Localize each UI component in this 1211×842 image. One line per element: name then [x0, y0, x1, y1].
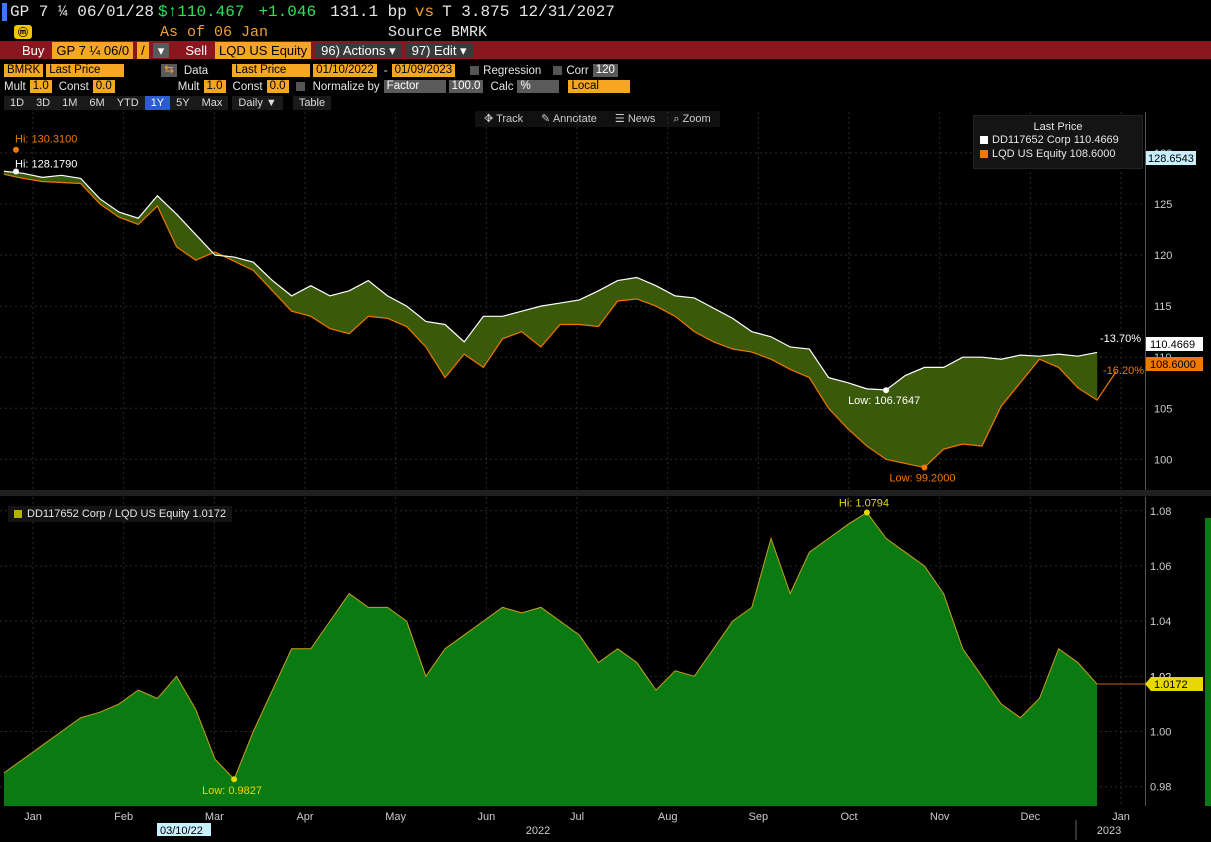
y-tick-label: 1.06	[1150, 561, 1171, 573]
price-legend: Last Price DD117652 Corp 110.4669 LQD US…	[973, 115, 1143, 169]
spread-fill-segment	[962, 356, 983, 447]
ratio-legend[interactable]: DD117652 Corp / LQD US Equity 1.0172	[8, 506, 233, 522]
spread-fill-segment	[617, 277, 638, 302]
low-marker-dd	[883, 387, 890, 394]
spread-fill-segment	[598, 280, 618, 328]
x-month-label: Oct	[840, 811, 857, 823]
spread-fill-segment	[885, 375, 906, 464]
x-month-label: Dec	[1021, 811, 1041, 823]
spread-fill-segment	[1000, 354, 1021, 407]
spread-fill-segment	[943, 356, 964, 450]
x-month-label: Mar	[205, 811, 224, 823]
y-tick-label: 1.00	[1150, 727, 1171, 739]
legend-swatch	[980, 136, 988, 144]
ratio-low-label: Low: 0.9827	[202, 785, 262, 797]
x-month-label: Nov	[930, 811, 950, 823]
low-marker-lqd	[921, 464, 928, 471]
spread-fill-segment	[732, 317, 753, 353]
low-label-lqd: Low: 99.2000	[889, 473, 955, 485]
ratio-hi-label: Hi: 1.0794	[839, 497, 889, 509]
spread-fill-segment	[272, 280, 292, 312]
spread-fill-segment	[809, 348, 829, 410]
x-month-label: Jul	[570, 811, 584, 823]
x-month-label: Jan	[1112, 811, 1130, 823]
legend-item-lqd[interactable]: LQD US Equity 108.6000	[980, 147, 1142, 161]
hi-marker-lqd	[13, 146, 19, 153]
spread-fill-segment	[425, 321, 446, 379]
x-month-label: Jan	[24, 811, 42, 823]
y-tick-label: 1.08	[1150, 506, 1171, 518]
y-tick-label: 105	[1154, 403, 1172, 415]
spread-fill-segment	[847, 382, 868, 447]
spread-fill-segment	[368, 280, 388, 319]
x-year-label: 2022	[526, 825, 550, 837]
ratio-low-marker	[231, 776, 238, 783]
spread-fill-segment	[828, 377, 848, 430]
y-tick-label: 115	[1154, 301, 1172, 313]
spread-fill-segment	[981, 356, 1002, 447]
spread-fill-segment	[579, 290, 599, 327]
ratio-last-value: 1.0172	[1154, 679, 1188, 691]
y-tick-label: 120	[1154, 250, 1172, 262]
diff-label-dd: -13.70%	[1100, 333, 1141, 345]
spread-fill-segment	[253, 261, 273, 292]
x-month-label: Aug	[658, 811, 678, 823]
x-year-label: 2023	[1097, 825, 1121, 837]
last-value-dd: 110.4669	[1150, 339, 1195, 351]
low-label-dd: Low: 106.7647	[848, 395, 920, 407]
legend-swatch	[980, 150, 988, 158]
spread-fill-segment	[463, 315, 484, 368]
x-month-label: Jun	[477, 811, 495, 823]
spread-fill-segment	[157, 195, 177, 247]
x-month-label: Apr	[296, 811, 313, 823]
spread-fill-segment	[559, 299, 580, 325]
y-tick-label: 125	[1154, 199, 1172, 211]
right-edge-strip	[1205, 518, 1211, 806]
spread-fill-segment	[540, 302, 561, 348]
bottom-axis-line	[1145, 497, 1146, 806]
legend-title: Last Price	[1033, 121, 1083, 133]
x-month-label: May	[385, 811, 406, 823]
spread-fill-segment	[99, 198, 120, 218]
x-month-label: Sep	[749, 811, 769, 823]
spread-fill-segment	[1077, 352, 1098, 401]
spread-fill-segment	[329, 290, 350, 335]
top-axis-line	[1145, 112, 1146, 490]
spread-fill-segment	[694, 297, 714, 343]
y-tick-label: 100	[1154, 454, 1172, 466]
y-tick-label: 0.98	[1150, 782, 1171, 794]
date-marker-label: 03/10/22	[160, 825, 203, 837]
spread-fill-segment	[483, 316, 503, 369]
legend-item-dd[interactable]: DD117652 Corp 110.4669	[980, 133, 1142, 147]
spread-fill-segment	[521, 305, 542, 348]
y-tick-label: 1.04	[1150, 616, 1171, 628]
ratio-hi-marker	[863, 509, 870, 516]
hi-label-dd: Hi: 128.1790	[15, 158, 77, 170]
hi-label-lqd: Hi: 130.3100	[15, 134, 77, 146]
last-value-lqd: 108.6000	[1150, 359, 1196, 371]
x-month-label: Feb	[114, 811, 133, 823]
legend-swatch	[14, 510, 22, 518]
spread-fill-segment	[674, 295, 695, 333]
diff-label-lqd: -16.20%	[1103, 365, 1144, 377]
spread-fill-segment	[904, 367, 925, 468]
cursor-value: 128.6543	[1148, 153, 1194, 165]
panel-separator	[0, 490, 1211, 496]
ratio-area	[4, 512, 1097, 806]
spread-fill-segment	[406, 305, 427, 348]
